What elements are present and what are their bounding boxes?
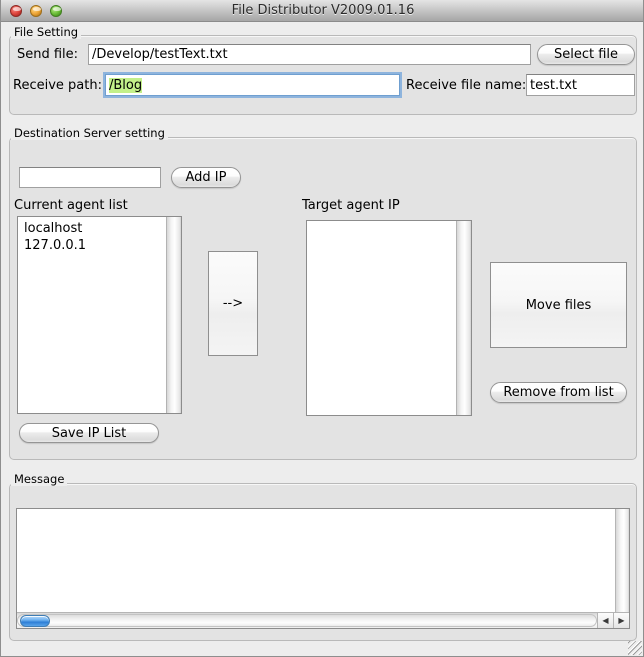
- horizontal-scroll-thumb[interactable]: [20, 615, 50, 627]
- target-agent-list[interactable]: [306, 220, 472, 416]
- target-agent-list-vertical-scrollbar[interactable]: [456, 221, 471, 415]
- list-item[interactable]: 127.0.0.1: [24, 237, 166, 254]
- receive-path-label: Receive path:: [13, 78, 102, 93]
- send-file-input[interactable]: /Develop/testText.txt: [88, 44, 531, 65]
- receive-path-input[interactable]: /Blog: [105, 74, 400, 96]
- window-title: File Distributor V2009.01.16: [231, 3, 415, 18]
- select-file-button[interactable]: Select file: [537, 44, 635, 65]
- current-agent-list[interactable]: localhost 127.0.0.1: [17, 216, 182, 414]
- target-agent-list-items[interactable]: [307, 221, 456, 415]
- message-horizontal-scrollbar[interactable]: ◀ ▶: [17, 612, 629, 628]
- current-agent-list-label: Current agent list: [14, 198, 128, 213]
- scroll-left-arrow-icon[interactable]: ◀: [597, 613, 613, 628]
- message-vertical-scrollbar[interactable]: [615, 509, 629, 612]
- send-file-label: Send file:: [17, 47, 79, 62]
- add-ip-button[interactable]: Add IP: [171, 167, 241, 188]
- target-agent-ip-label: Target agent IP: [302, 198, 400, 213]
- list-item[interactable]: localhost: [24, 220, 166, 237]
- window-resize-grip[interactable]: [628, 641, 642, 655]
- remove-from-list-button[interactable]: Remove from list: [490, 382, 627, 403]
- current-agent-list-vertical-scrollbar[interactable]: [166, 217, 181, 413]
- receive-file-name-label: Receive file name:: [406, 78, 527, 93]
- move-to-target-button[interactable]: -->: [208, 251, 258, 356]
- move-files-button[interactable]: Move files: [490, 262, 627, 348]
- message-text[interactable]: [17, 509, 615, 612]
- message-group-label: Message: [11, 472, 68, 486]
- current-agent-list-items[interactable]: localhost 127.0.0.1: [18, 217, 166, 413]
- save-ip-list-button[interactable]: Save IP List: [19, 423, 159, 443]
- message-output-area[interactable]: ◀ ▶: [16, 508, 630, 629]
- scroll-right-arrow-icon[interactable]: ▶: [613, 613, 629, 628]
- file-setting-group-label: File Setting: [11, 25, 82, 39]
- application-window: File Distributor V2009.01.16 File Settin…: [0, 0, 644, 657]
- destination-group-label: Destination Server setting: [11, 126, 168, 140]
- receive-path-selected-text: /Blog: [109, 77, 143, 93]
- title-bar: File Distributor V2009.01.16: [1, 0, 643, 22]
- receive-file-name-input[interactable]: test.txt: [526, 74, 635, 96]
- add-ip-input[interactable]: [19, 167, 161, 188]
- horizontal-scroll-track[interactable]: [17, 614, 597, 627]
